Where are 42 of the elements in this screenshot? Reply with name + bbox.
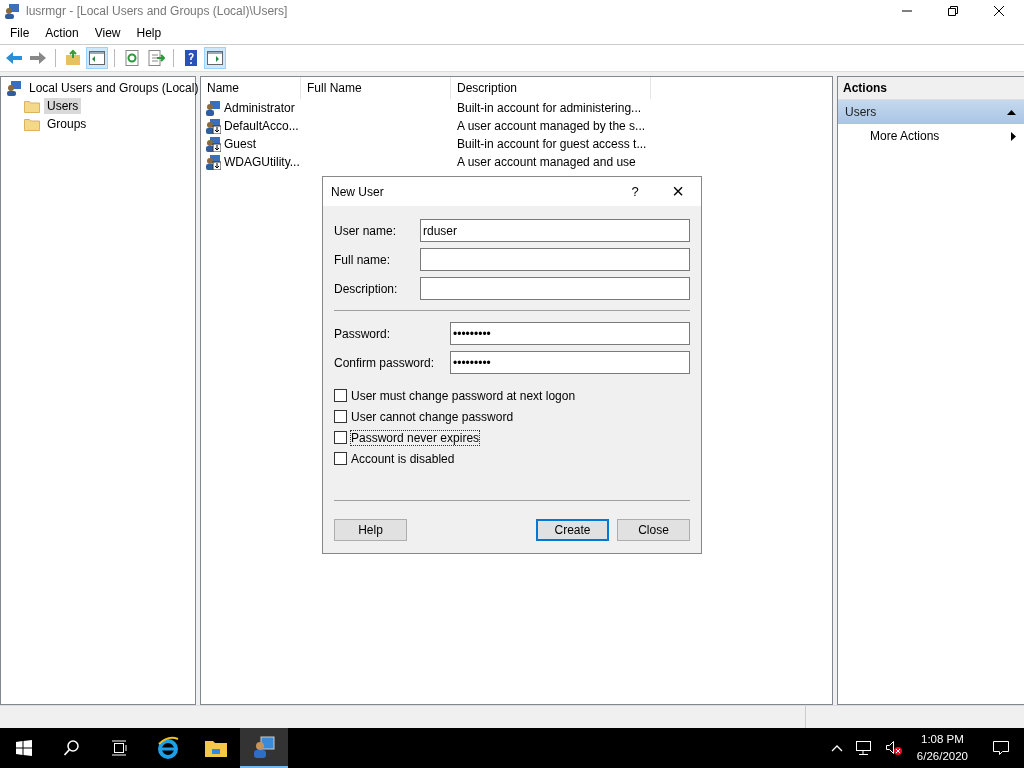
table-cell-text: A user account managed by the s... — [456, 119, 647, 133]
table-cell-text: Built-in account for administering... — [456, 101, 643, 115]
column-header[interactable]: Name — [201, 77, 301, 99]
clock-date[interactable]: 6/26/2020 — [916, 748, 968, 765]
checkbox-label[interactable]: User cannot change password — [350, 408, 515, 425]
tree-item[interactable]: Users — [44, 98, 82, 114]
table-cell[interactable]: Administrator — [224, 101, 295, 115]
field-label: Confirm password: — [334, 355, 435, 370]
table-cell-text: A user account managed and use — [456, 155, 637, 169]
checkbox-label[interactable]: Password never expires — [350, 429, 481, 446]
menu-item[interactable]: Help — [130, 26, 168, 40]
close-button[interactable]: × — [655, 180, 701, 203]
dialog-title: New User — [331, 184, 384, 199]
column-header[interactable]: Full Name — [301, 77, 451, 99]
password-field[interactable]: ••••••••• — [450, 351, 690, 374]
checkbox-label[interactable]: User must change password at next logon — [350, 387, 577, 404]
column-header[interactable]: Description — [451, 77, 651, 99]
table-cell[interactable]: WDAGUtility... — [224, 155, 300, 169]
menu-item[interactable]: Action — [39, 26, 85, 40]
table-cell[interactable]: Guest — [224, 137, 256, 151]
field-label: Full name: — [334, 252, 391, 267]
input-field[interactable]: rduser — [420, 219, 690, 242]
dialog-button[interactable]: Create — [536, 519, 609, 541]
clock-time[interactable]: 1:08 PM — [921, 731, 964, 748]
action-link[interactable]: More Actions — [870, 129, 940, 143]
menu-item[interactable]: File — [4, 26, 36, 40]
dialog-button[interactable]: Close — [617, 519, 690, 541]
password-field[interactable]: ••••••••• — [450, 322, 690, 345]
menu-item[interactable]: View — [88, 26, 127, 40]
dialog-button[interactable]: Help — [334, 519, 407, 541]
table-cell[interactable]: DefaultAcco... — [224, 119, 299, 133]
field-label: Password: — [334, 326, 391, 341]
help-button[interactable]: ? — [615, 184, 655, 199]
checkbox-label[interactable]: Account is disabled — [350, 450, 456, 467]
actions-header: Actions — [838, 77, 1024, 100]
tree-item[interactable]: Groups — [44, 116, 90, 132]
actions-section[interactable]: Users — [838, 100, 1024, 124]
window-title: lusrmgr - [Local Users and Groups (Local)\Users] — [26, 4, 288, 18]
field-label: Description: — [334, 281, 398, 296]
table-cell-text: Built-in account for guest access t... — [456, 137, 648, 151]
tree-item[interactable]: Local Users and Groups (Local) — [26, 80, 202, 96]
field-label: User name: — [334, 223, 397, 238]
